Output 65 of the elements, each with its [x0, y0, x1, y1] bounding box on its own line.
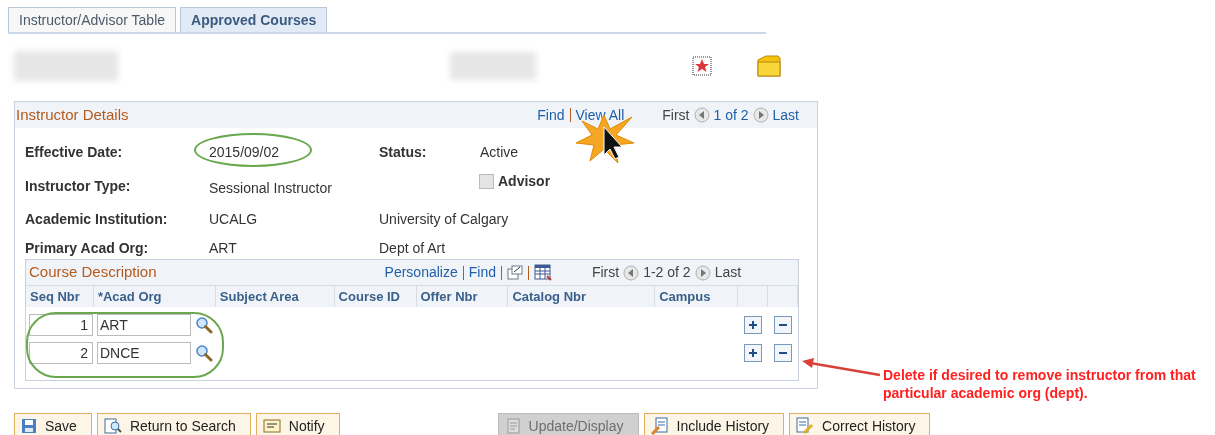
- new-window-icon[interactable]: [506, 265, 523, 280]
- field-value: 2015/09/02: [209, 144, 280, 160]
- previous-icon[interactable]: [623, 264, 640, 281]
- tab[interactable]: Approved Courses: [180, 7, 328, 32]
- column-header: Campus: [659, 287, 711, 306]
- first-label: First: [662, 105, 690, 125]
- seq-number-field[interactable]: 1: [29, 314, 93, 336]
- acad-org-field[interactable]: DNCE: [97, 342, 191, 364]
- advisor-label: Advisor: [498, 172, 551, 191]
- seq-number-field[interactable]: 2: [29, 342, 93, 364]
- field-value: Active: [480, 143, 519, 162]
- acad-org-field[interactable]: ART: [97, 314, 191, 336]
- toolbar-button[interactable]: Save: [14, 413, 92, 435]
- document-pencil-icon: [796, 417, 815, 435]
- field-value: ART: [209, 239, 238, 258]
- document-magnifier-icon: [103, 418, 122, 434]
- spreadsheet-icon[interactable]: [533, 264, 552, 281]
- page-count: 1 of 2: [713, 105, 749, 125]
- field-value: University of Calgary: [379, 210, 509, 229]
- field-value: Sessional Instructor: [209, 179, 333, 198]
- folder-icon[interactable]: [756, 54, 782, 78]
- field-label: Status:: [379, 143, 428, 162]
- field-label: Effective Date:: [25, 143, 124, 162]
- next-icon[interactable]: [694, 264, 711, 281]
- plus-icon: [748, 320, 758, 330]
- column-header: Subject Area: [219, 287, 299, 306]
- add-row-button[interactable]: [744, 316, 762, 334]
- field-value: UCALG: [209, 210, 259, 229]
- toolbar-button[interactable]: Correct History: [789, 413, 931, 435]
- find-link[interactable]: Find: [537, 104, 565, 126]
- column-header: Catalog Nbr: [512, 287, 587, 306]
- document-icon: [504, 418, 521, 434]
- personalize-link[interactable]: Personalize: [384, 262, 458, 283]
- field-label: Instructor Type:: [25, 177, 132, 196]
- column-header: Course ID: [338, 287, 400, 306]
- search-icon[interactable]: [195, 316, 213, 334]
- add-row-button[interactable]: [744, 344, 762, 362]
- view-all-link[interactable]: View All: [575, 104, 625, 126]
- column-header: Seq Nbr: [30, 287, 80, 306]
- last-label: Last: [714, 263, 742, 282]
- delete-row-button[interactable]: [774, 344, 792, 362]
- last-link[interactable]: Last: [772, 104, 799, 126]
- search-icon[interactable]: [195, 344, 213, 362]
- grid-title: Course Description: [29, 262, 157, 283]
- plus-icon: [748, 348, 758, 358]
- toolbar-button[interactable]: Notify: [255, 413, 340, 435]
- message-icon: [262, 418, 281, 434]
- toolbar-button[interactable]: Include History: [643, 413, 785, 435]
- section-title: Instructor Details: [16, 104, 129, 125]
- toolbar-button[interactable]: Return to Search: [96, 413, 251, 435]
- field-label: Academic Institution:: [25, 210, 169, 229]
- advisor-checkbox[interactable]: [479, 174, 494, 189]
- column-header: *Acad Org: [97, 287, 162, 306]
- tab[interactable]: Instructor/Advisor Table: [8, 7, 177, 32]
- first-label: First: [591, 263, 620, 282]
- next-icon[interactable]: [752, 107, 769, 123]
- annotation-text: Delete if desired to remove instructor from that particular academic org (dept).: [883, 366, 1197, 402]
- field-value: Dept of Art: [379, 239, 446, 258]
- find-link[interactable]: Find: [468, 262, 496, 283]
- document-pen-icon: [650, 417, 669, 435]
- column-header: Offer Nbr: [420, 287, 478, 306]
- delete-row-button[interactable]: [774, 316, 792, 334]
- field-label: Primary Acad Org:: [25, 239, 150, 258]
- previous-icon[interactable]: [693, 107, 710, 123]
- row-count: 1-2 of 2: [643, 263, 691, 282]
